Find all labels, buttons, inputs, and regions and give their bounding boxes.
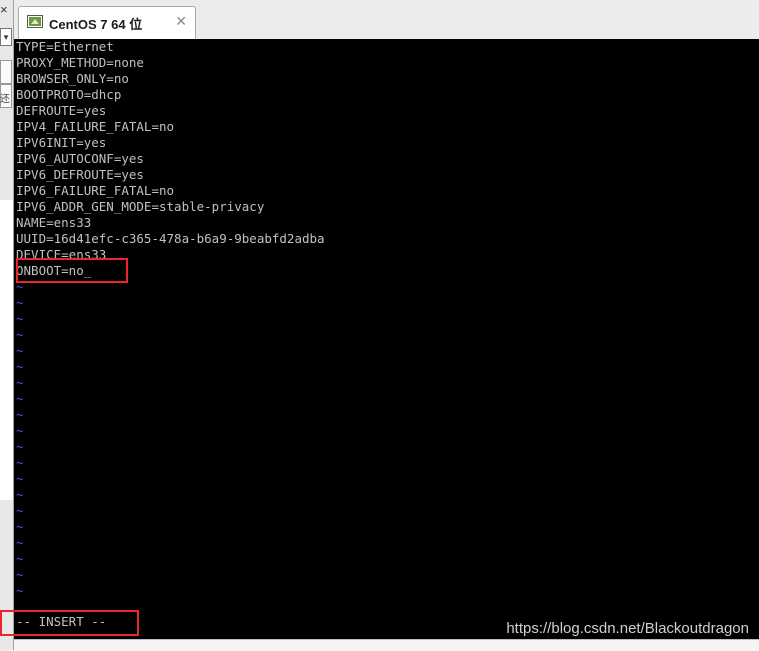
empty-line-marker: ~: [16, 472, 24, 486]
empty-line-marker: ~: [16, 504, 24, 518]
empty-line-marker: ~: [16, 296, 24, 310]
file-line: BOOTPROTO=dhcp: [16, 87, 122, 102]
empty-line-marker: ~: [16, 456, 24, 470]
tab-title: CentOS 7 64 位: [49, 17, 143, 32]
empty-line-marker: ~: [16, 488, 24, 502]
empty-line-marker: ~: [16, 424, 24, 438]
watermark: https://blog.csdn.net/Blackoutdragon: [506, 620, 749, 637]
file-line: IPV4_FAILURE_FATAL=no: [16, 119, 175, 134]
insert-mode-highlight: [0, 610, 139, 636]
empty-line-marker: ~: [16, 312, 24, 326]
close-icon[interactable]: ×: [0, 2, 8, 18]
empty-line-marker: ~: [16, 568, 24, 582]
onboot-highlight: [16, 258, 128, 283]
empty-line-marker: ~: [16, 392, 24, 406]
close-icon[interactable]: ✕: [175, 13, 187, 30]
file-line: NAME=ens33: [16, 215, 92, 230]
vm-icon: [27, 15, 43, 28]
empty-line-marker: ~: [16, 440, 24, 454]
empty-line-marker: ~: [16, 344, 24, 358]
empty-line-marker: ~: [16, 520, 24, 534]
tab-bar: CentOS 7 64 位 ✕: [14, 0, 759, 40]
empty-line-marker: ~: [16, 408, 24, 422]
chevron-down-icon[interactable]: ▾: [0, 28, 12, 46]
left-panel-strip: × ▾ 还: [0, 0, 14, 650]
file-line: BROWSER_ONLY=no: [16, 71, 129, 86]
empty-line-marker: ~: [16, 584, 24, 598]
file-line: TYPE=Ethernet: [16, 39, 114, 54]
file-line: PROXY_METHOD=none: [16, 55, 144, 70]
empty-line-marker: ~: [16, 536, 24, 550]
panel-side-label: 还: [0, 94, 10, 105]
file-line: IPV6INIT=yes: [16, 135, 107, 150]
file-line: IPV6_FAILURE_FATAL=no: [16, 183, 175, 198]
empty-line-marker: ~: [16, 376, 24, 390]
file-line: IPV6_AUTOCONF=yes: [16, 151, 144, 166]
file-line: IPV6_ADDR_GEN_MODE=stable-privacy: [16, 199, 265, 214]
file-line: DEFROUTE=yes: [16, 103, 107, 118]
panel-body: [0, 200, 13, 500]
file-content: TYPE=Ethernet PROXY_METHOD=none BROWSER_ON…: [16, 39, 325, 599]
panel-scroll-up[interactable]: [0, 60, 12, 84]
empty-line-marker: ~: [16, 552, 24, 566]
file-line: IPV6_DEFROUTE=yes: [16, 167, 144, 182]
empty-line-marker: ~: [16, 360, 24, 374]
file-line: UUID=16d41efc-c365-478a-b6a9-9beabfd2adb…: [16, 231, 325, 246]
terminal-screen[interactable]: TYPE=Ethernet PROXY_METHOD=none BROWSER_ON…: [14, 39, 759, 639]
empty-line-marker: ~: [16, 328, 24, 342]
tab-centos[interactable]: CentOS 7 64 位 ✕: [18, 6, 196, 39]
bottom-status-strip: [14, 639, 759, 651]
